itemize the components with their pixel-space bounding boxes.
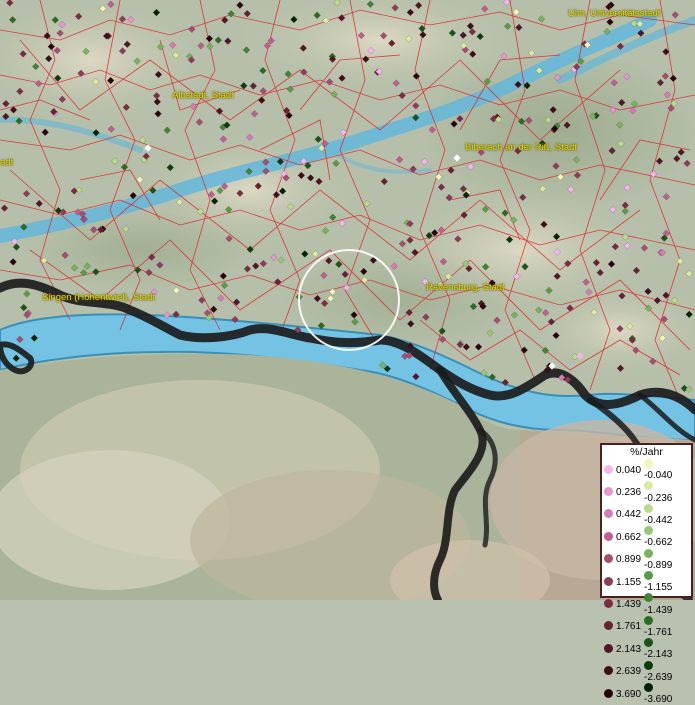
legend-value: 1.761 xyxy=(616,621,642,633)
legend-swatch xyxy=(644,683,653,693)
legend-value: 2.143 xyxy=(616,643,642,655)
legend-entry-positive: 1.155 xyxy=(604,571,644,593)
legend-entry-positive: 1.761 xyxy=(604,616,644,638)
legend-row: 0.040 -0.040 xyxy=(604,459,684,481)
legend-swatch xyxy=(644,481,653,491)
legend-entry-negative: -3.690 xyxy=(644,683,684,705)
legend-entry-positive: 0.899 xyxy=(604,549,644,571)
legend-value: -0.442 xyxy=(644,515,673,527)
legend-entry-positive: 2.639 xyxy=(604,661,644,683)
legend-value: -1.439 xyxy=(644,604,673,616)
map-legend: %/Jahr 0.040 -0.040 0.236 -0.236 0.442 -0.442… xyxy=(600,443,693,705)
legend-swatch xyxy=(604,464,613,474)
legend-value: -0.236 xyxy=(644,492,673,504)
legend-row: 2.143 -2.143 xyxy=(604,638,684,660)
legend-swatch xyxy=(604,487,613,496)
legend-entry-positive: 0.662 xyxy=(604,526,644,548)
legend-entry-negative: -2.143 xyxy=(644,638,684,660)
legend-entry-positive: 1.439 xyxy=(604,593,644,615)
legend-swatch xyxy=(604,643,613,653)
legend-table: 0.040 -0.040 0.236 -0.236 0.442 -0.442 0.662 -0… xyxy=(604,459,684,705)
legend-swatch xyxy=(604,599,613,609)
legend-value: -0.662 xyxy=(644,537,673,549)
legend-swatch xyxy=(604,576,613,586)
legend-value: -3.690 xyxy=(644,694,673,705)
legend-entry-positive: 0.236 xyxy=(604,481,644,503)
city-label-ravensburg[interactable]: Ravensburg, Stadt xyxy=(426,282,505,293)
legend-row: 0.899 -0.899 xyxy=(604,548,684,571)
legend-swatch xyxy=(644,571,653,581)
legend-value: -2.639 xyxy=(644,671,673,683)
legend-entry-negative: -0.899 xyxy=(644,548,684,571)
legend-entry-negative: -1.761 xyxy=(644,615,684,639)
legend-row: 1.439 -1.439 xyxy=(604,593,684,616)
legend-swatch xyxy=(604,509,613,519)
legend-swatch xyxy=(644,615,653,625)
legend-entry-negative: -1.155 xyxy=(644,571,684,593)
legend-entry-negative: -0.662 xyxy=(644,526,684,548)
city-label-singen[interactable]: Singen (Hohentwiel), Stadt xyxy=(42,292,155,303)
legend-value: 0.442 xyxy=(616,509,642,521)
legend-value: 0.899 xyxy=(616,554,642,566)
legend-value: -0.899 xyxy=(644,559,673,571)
legend-row: 2.639 -2.639 xyxy=(604,660,684,683)
legend-value: -1.761 xyxy=(644,627,673,639)
legend-swatch xyxy=(644,548,653,558)
legend-entry-negative: -0.236 xyxy=(644,481,684,504)
legend-row: 1.761 -1.761 xyxy=(604,615,684,639)
city-label-biberach[interactable]: Biberach an der Riß, Stadt xyxy=(465,142,577,153)
legend-entry-negative: -1.439 xyxy=(644,593,684,616)
legend-row: 1.155 -1.155 xyxy=(604,571,684,593)
legend-swatch xyxy=(644,503,653,513)
legend-value: -1.155 xyxy=(644,582,673,594)
legend-entry-positive: 0.040 xyxy=(604,459,644,481)
legend-swatch xyxy=(644,660,653,670)
city-label-albstadt[interactable]: Albstadt, Stadt xyxy=(172,90,234,101)
legend-value: 2.639 xyxy=(616,666,642,678)
legend-row: 3.690 -3.690 xyxy=(604,683,684,705)
legend-swatch xyxy=(644,526,653,536)
legend-value: 1.155 xyxy=(616,576,642,588)
legend-swatch xyxy=(604,531,613,541)
legend-value: -2.143 xyxy=(644,649,673,661)
legend-row: 0.662 -0.662 xyxy=(604,526,684,548)
legend-swatch xyxy=(644,459,653,468)
legend-entry-negative: -0.442 xyxy=(644,503,684,527)
legend-row: 0.236 -0.236 xyxy=(604,481,684,504)
city-label-partial[interactable]: adt xyxy=(0,157,13,168)
legend-value: 0.236 xyxy=(616,487,642,498)
legend-entry-positive: 2.143 xyxy=(604,638,644,660)
legend-entry-negative: -0.040 xyxy=(644,459,684,481)
legend-value: 1.439 xyxy=(616,599,642,611)
legend-swatch xyxy=(604,688,613,698)
city-label-ulm[interactable]: Ulm, Universitätsstadt xyxy=(568,8,660,19)
legend-entry-negative: -2.639 xyxy=(644,660,684,683)
legend-swatch xyxy=(604,621,613,631)
legend-swatch xyxy=(644,593,653,603)
legend-title: %/Jahr xyxy=(630,446,663,458)
legend-row: 0.442 -0.442 xyxy=(604,503,684,527)
legend-swatch xyxy=(644,638,653,648)
legend-value: 0.040 xyxy=(616,464,642,476)
legend-value: 0.662 xyxy=(616,531,642,543)
legend-value: -0.040 xyxy=(644,470,673,482)
legend-swatch xyxy=(604,554,613,564)
legend-entry-positive: 3.690 xyxy=(604,683,644,705)
legend-value: 3.690 xyxy=(616,688,642,700)
legend-entry-positive: 0.442 xyxy=(604,504,644,526)
legend-swatch xyxy=(604,666,613,676)
